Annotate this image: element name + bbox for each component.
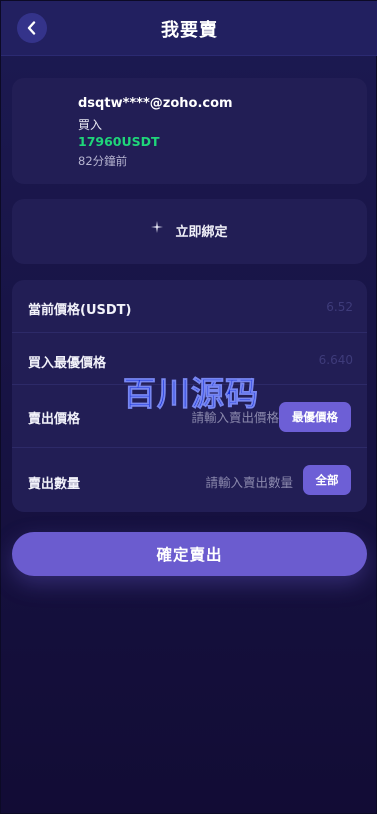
- sell-page: 我要賣 dsqtw****@zoho.com 買入 17960USDT 82分鐘…: [0, 0, 377, 814]
- bind-card[interactable]: 立即綁定: [12, 199, 367, 264]
- all-button[interactable]: 全部: [303, 465, 351, 495]
- order-type: 買入: [78, 118, 103, 132]
- sparkle-icon: [151, 220, 164, 233]
- confirm-sell-button[interactable]: 確定賣出: [12, 532, 367, 576]
- best-buy-price-value: 6.640: [318, 353, 353, 367]
- best-price-button[interactable]: 最優價格: [279, 402, 351, 432]
- bind-button[interactable]: 立即綁定: [12, 220, 367, 240]
- bind-label: 立即綁定: [175, 225, 228, 240]
- current-price-label: 當前價格(USDT): [28, 303, 132, 318]
- order-email: dsqtw****@zoho.com: [78, 96, 233, 111]
- order-time: 82分鐘前: [78, 154, 128, 168]
- page-title: 我要賣: [161, 20, 218, 41]
- best-buy-price-label: 買入最優價格: [28, 356, 107, 371]
- current-price-row: 當前價格(USDT) 6.52: [12, 280, 367, 333]
- sell-qty-row: 賣出數量 全部: [12, 448, 367, 512]
- top-bar: 我要賣: [1, 1, 377, 56]
- watermark-logo: 百川源码: [123, 374, 259, 413]
- sell-qty-label: 賣出數量: [28, 477, 81, 492]
- sell-qty-input[interactable]: [123, 472, 293, 492]
- order-card: dsqtw****@zoho.com 買入 17960USDT 82分鐘前: [12, 78, 367, 184]
- current-price-value: 6.52: [326, 300, 353, 314]
- order-amount: 17960USDT: [78, 134, 160, 149]
- sell-price-label: 賣出價格: [28, 412, 81, 427]
- svg-text:百川源码: 百川源码: [123, 374, 259, 413]
